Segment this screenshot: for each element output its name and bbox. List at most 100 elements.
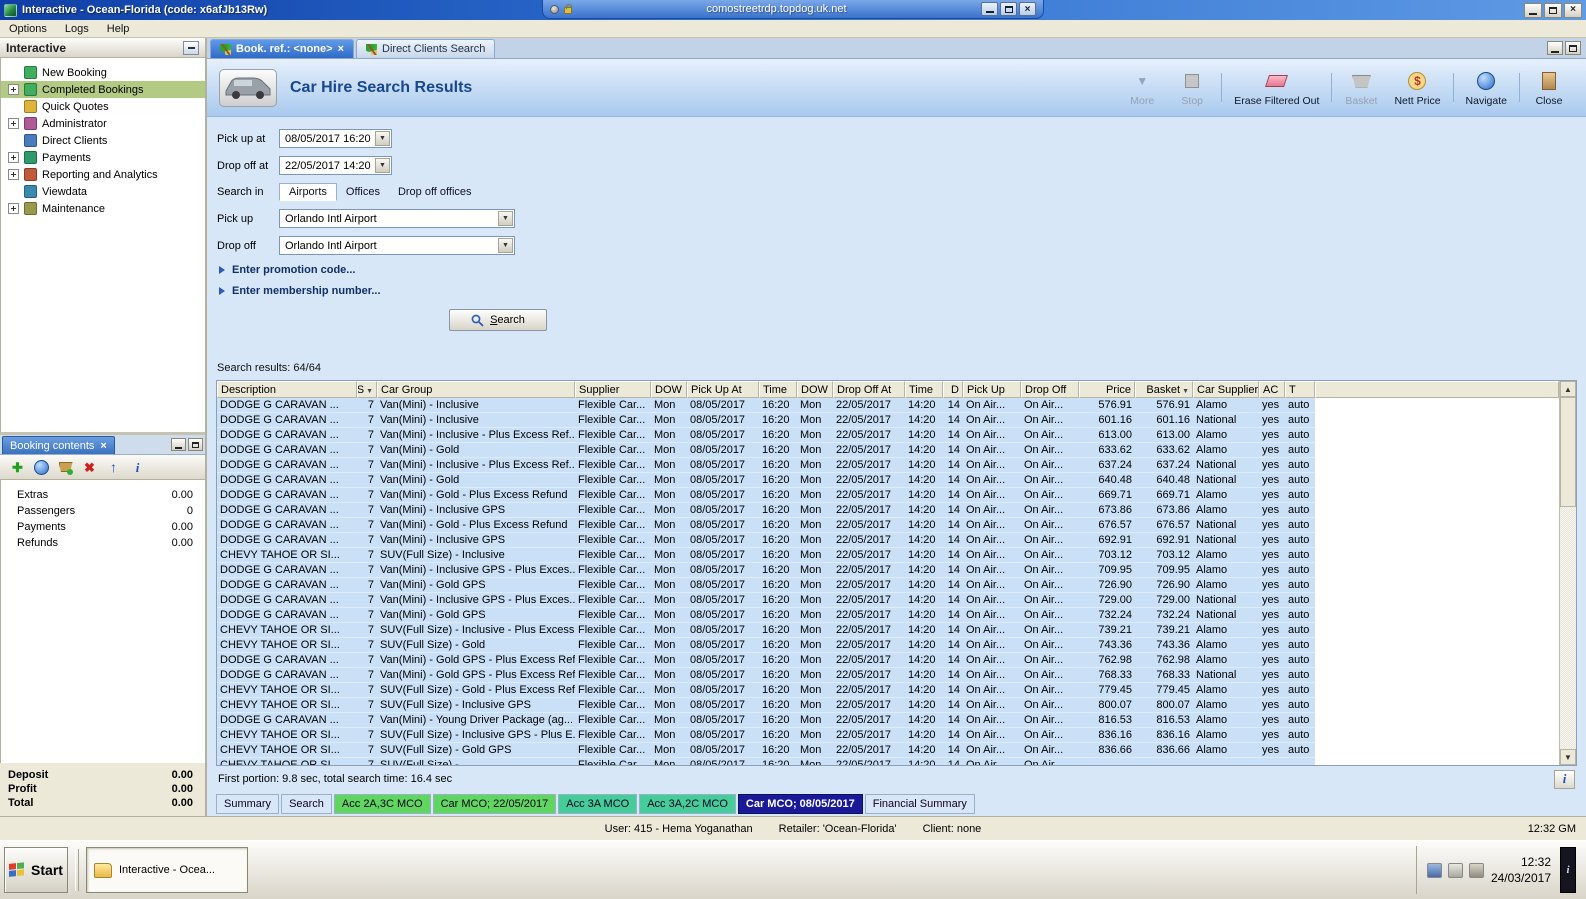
sidebar-item[interactable]: Quick Quotes (1, 98, 205, 115)
table-row[interactable]: DODGE G CARAVAN ... 7 Van(Mini) - Gold Flex… (217, 473, 1315, 488)
tab-direct-clients-search[interactable]: Direct Clients Search (356, 39, 496, 58)
window-maximize-button[interactable] (1544, 2, 1562, 18)
scrollbar-thumb[interactable] (1560, 397, 1576, 507)
rdp-minimize-button[interactable] (981, 2, 998, 16)
table-row[interactable]: DODGE G CARAVAN ... 7 Van(Mini) - Gold GPS… (217, 578, 1315, 593)
view-tab[interactable]: Acc 3A MCO (558, 794, 638, 814)
view-tab[interactable]: Search (281, 794, 332, 814)
search-in-tab[interactable]: Airports (279, 183, 337, 201)
column-header[interactable]: Time (759, 381, 797, 398)
chevron-down-icon[interactable] (375, 131, 390, 146)
pickup-select[interactable]: Orlando Intl Airport (279, 209, 515, 228)
window-minimize-button[interactable] (1524, 2, 1542, 18)
menu-item[interactable]: Help (98, 21, 139, 37)
sidebar-item[interactable]: Payments (1, 149, 205, 166)
sidebar-item[interactable]: New Booking (1, 64, 205, 81)
view-tab[interactable]: Car MCO; 22/05/2017 (432, 794, 557, 814)
expander-icon[interactable] (8, 152, 19, 163)
toolbar-button[interactable]: Basket (1336, 65, 1386, 110)
table-row[interactable]: DODGE G CARAVAN ... 7 Van(Mini) - Gold GPS… (217, 653, 1315, 668)
booking-contents-tab[interactable]: Booking contents (2, 436, 115, 454)
table-row[interactable]: CHEVY TAHOE OR SI... 7 SUV(Full Size) - In… (217, 548, 1315, 563)
search-in-tab[interactable]: Offices (337, 184, 389, 200)
table-row[interactable]: DODGE G CARAVAN ... 7 Van(Mini) - Inclusiv… (217, 503, 1315, 518)
table-row[interactable]: CHEVY TAHOE OR SI... 7 SUV(Full Size) - ..… (217, 758, 1315, 765)
table-row[interactable]: DODGE G CARAVAN ... 7 Van(Mini) - Inclusiv… (217, 398, 1315, 413)
toolbar-button[interactable]: Close (1524, 65, 1574, 110)
column-header[interactable]: Time (905, 381, 943, 398)
booking-field-row[interactable]: Passengers 0 (1, 503, 205, 519)
sidebar-item[interactable]: Viewdata (1, 183, 205, 200)
column-header[interactable]: Description (217, 381, 357, 398)
tray-printer-icon[interactable] (1447, 862, 1463, 878)
menu-item[interactable]: Options (0, 21, 56, 37)
start-button[interactable]: Start (4, 847, 68, 893)
scroll-down-icon[interactable]: ▼ (1560, 749, 1576, 765)
info-icon[interactable] (130, 460, 145, 475)
menu-item[interactable]: Logs (56, 21, 98, 37)
toolbar-button[interactable]: Stop (1167, 65, 1217, 110)
sidebar-item[interactable]: Direct Clients (1, 132, 205, 149)
session-indicator-icon[interactable] (1560, 847, 1576, 893)
sidebar-item[interactable]: Completed Bookings (1, 81, 205, 98)
table-row[interactable]: DODGE G CARAVAN ... 7 Van(Mini) - Gold Flex… (217, 443, 1315, 458)
table-row[interactable]: DODGE G CARAVAN ... 7 Van(Mini) - Gold - P… (217, 488, 1315, 503)
window-close-button[interactable] (1564, 2, 1582, 18)
pin-icon[interactable] (550, 4, 559, 14)
expander-icon[interactable] (8, 118, 19, 129)
panel-restore-button[interactable] (188, 438, 203, 451)
export-icon[interactable] (106, 460, 121, 475)
toolbar-button[interactable]: More (1117, 65, 1167, 110)
basket-add-icon[interactable] (58, 460, 73, 475)
column-header[interactable]: Pick Up At (687, 381, 759, 398)
expander-icon[interactable] (8, 203, 19, 214)
chevron-down-icon[interactable] (498, 238, 513, 253)
tab-booking-ref[interactable]: Book. ref.: <none> (210, 39, 355, 58)
tray-volume-icon[interactable] (1468, 862, 1484, 878)
table-row[interactable]: CHEVY TAHOE OR SI... 7 SUV(Full Size) - Go… (217, 743, 1315, 758)
column-header[interactable]: Drop Off (1021, 381, 1079, 398)
table-row[interactable]: DODGE G CARAVAN ... 7 Van(Mini) - Inclusiv… (217, 413, 1315, 428)
table-row[interactable]: CHEVY TAHOE OR SI... 7 SUV(Full Size) - Go… (217, 683, 1315, 698)
mdi-restore-button[interactable] (1565, 41, 1581, 55)
chevron-down-icon[interactable] (375, 158, 390, 173)
table-row[interactable]: CHEVY TAHOE OR SI... 7 SUV(Full Size) - In… (217, 698, 1315, 713)
add-icon[interactable] (10, 460, 25, 475)
info-button[interactable] (1554, 769, 1575, 789)
view-tab[interactable]: Summary (216, 794, 280, 814)
membership-number-expander[interactable]: Enter membership number... (219, 285, 1586, 297)
column-header[interactable]: Pick Up (963, 381, 1021, 398)
booking-field-row[interactable]: Refunds 0.00 (1, 535, 205, 551)
expander-icon[interactable] (8, 84, 19, 95)
rdp-close-button[interactable] (1019, 2, 1036, 16)
promotion-code-expander[interactable]: Enter promotion code... (219, 264, 1586, 276)
pickup-at-select[interactable]: 08/05/2017 16:20 (279, 129, 392, 148)
table-row[interactable]: DODGE G CARAVAN ... 7 Van(Mini) - Young Dr… (217, 713, 1315, 728)
column-header[interactable]: Drop Off At (833, 381, 905, 398)
collapse-panel-button[interactable] (183, 40, 199, 55)
search-in-tab[interactable]: Drop off offices (389, 184, 481, 200)
close-icon[interactable] (338, 43, 344, 55)
scroll-up-icon[interactable]: ▲ (1560, 381, 1576, 397)
column-header[interactable]: D (943, 381, 963, 398)
toolbar-button[interactable]: Nett Price (1386, 65, 1448, 110)
sidebar-item[interactable]: Maintenance (1, 200, 205, 217)
dropoff-select[interactable]: Orlando Intl Airport (279, 236, 515, 255)
mdi-minimize-button[interactable] (1547, 41, 1563, 55)
table-row[interactable]: DODGE G CARAVAN ... 7 Van(Mini) - Gold - P… (217, 518, 1315, 533)
expander-icon[interactable] (8, 169, 19, 180)
table-row[interactable]: DODGE G CARAVAN ... 7 Van(Mini) - Gold GPS… (217, 608, 1315, 623)
column-header[interactable]: Supplier (575, 381, 651, 398)
tray-display-icon[interactable] (1426, 862, 1442, 878)
table-row[interactable]: DODGE G CARAVAN ... 7 Van(Mini) - Gold GPS… (217, 668, 1315, 683)
toolbar-button[interactable]: Erase Filtered Out (1226, 65, 1327, 110)
table-row[interactable]: DODGE G CARAVAN ... 7 Van(Mini) - Inclusiv… (217, 593, 1315, 608)
column-header[interactable]: Price (1079, 381, 1135, 398)
column-header[interactable]: AC (1259, 381, 1285, 398)
column-header[interactable]: Basket (1135, 381, 1193, 398)
toolbar-button[interactable]: Navigate (1458, 65, 1515, 110)
taskbar-clock[interactable]: 12:32 24/03/2017 (1491, 854, 1553, 886)
table-row[interactable]: CHEVY TAHOE OR SI... 7 SUV(Full Size) - In… (217, 728, 1315, 743)
delete-icon[interactable] (82, 460, 97, 475)
booking-field-row[interactable]: Extras 0.00 (1, 487, 205, 503)
